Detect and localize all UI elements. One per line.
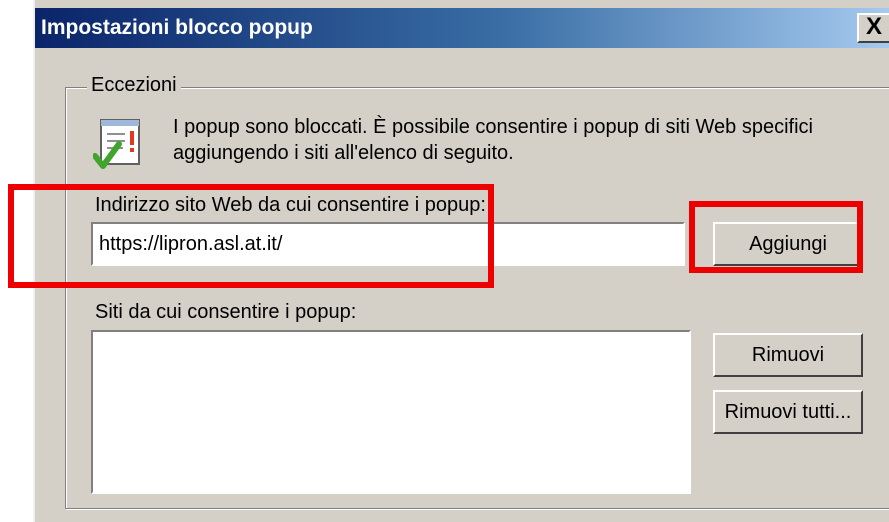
remove-all-button[interactable]: Rimuovi tutti... — [713, 390, 863, 434]
remove-button[interactable]: Rimuovi — [713, 333, 863, 377]
window-title: Impostazioni blocco popup — [41, 16, 313, 39]
checklist-warning-icon — [93, 119, 140, 169]
close-button[interactable]: X — [857, 13, 889, 43]
address-label: Indirizzo sito Web da cui consentire i p… — [95, 194, 486, 216]
allowed-sites-list[interactable] — [91, 330, 691, 494]
popup-blocker-settings-dialog: Impostazioni blocco popup X Eccezioni I … — [33, 0, 889, 522]
exceptions-group-label: Eccezioni — [87, 74, 181, 97]
website-address-input[interactable] — [91, 222, 685, 266]
allowed-sites-label: Siti da cui consentire i popup: — [95, 301, 357, 323]
title-bar[interactable]: Impostazioni blocco popup X — [35, 8, 889, 48]
add-button[interactable]: Aggiungi — [713, 222, 863, 266]
info-message: I popup sono bloccati. È possibile conse… — [173, 116, 813, 164]
